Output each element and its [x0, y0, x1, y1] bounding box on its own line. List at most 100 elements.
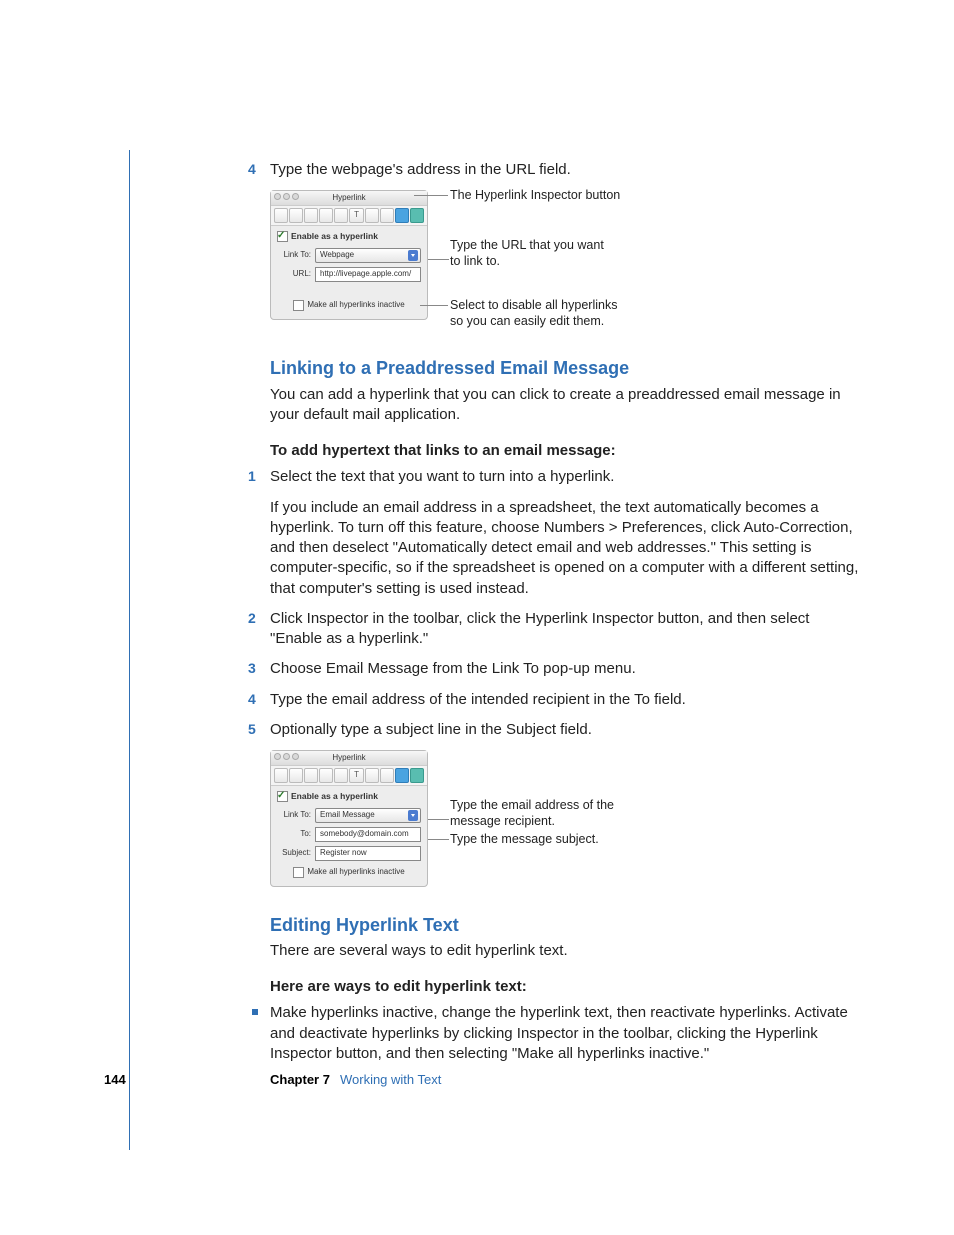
linkto-select[interactable]: Webpage [315, 248, 421, 263]
inspector-tabs: T [271, 766, 427, 786]
step-text: Choose Email Message from the Link To po… [270, 660, 636, 677]
zoom-icon[interactable] [292, 753, 299, 760]
step-note: If you include an email address in a spr… [270, 498, 860, 599]
step-5: 5 Optionally type a subject line in the … [270, 720, 860, 740]
step-4: 4 Type the webpage's address in the URL … [270, 160, 860, 180]
table-inspector-icon[interactable] [304, 208, 318, 223]
step-text: Type the email address of the intended r… [270, 691, 686, 708]
quicktime-inspector-icon[interactable] [410, 208, 424, 223]
url-field[interactable]: http://livepage.apple.com/ [315, 267, 421, 282]
chevron-down-icon [408, 810, 418, 821]
subject-value: Register now [320, 848, 367, 859]
metrics-inspector-icon[interactable] [380, 208, 394, 223]
inspector-tabs: T [271, 206, 427, 226]
inactive-row[interactable]: Make all hyperlinks inactive [277, 300, 421, 311]
url-label: URL: [277, 269, 311, 280]
step-4b: 4 Type the email address of the intended… [270, 690, 860, 710]
close-icon[interactable] [274, 193, 281, 200]
content-column: 4 Type the webpage's address in the URL … [270, 160, 860, 1064]
inactive-label: Make all hyperlinks inactive [307, 300, 404, 311]
inactive-row[interactable]: Make all hyperlinks inactive [277, 867, 421, 878]
chapter-name: Working with Text [340, 1072, 441, 1087]
step-1: 1 Select the text that you want to turn … [270, 467, 860, 599]
chart-inspector-icon[interactable] [334, 768, 348, 783]
linkto-select[interactable]: Email Message [315, 808, 421, 823]
doc-inspector-icon[interactable] [274, 208, 288, 223]
zoom-icon[interactable] [292, 193, 299, 200]
minimize-icon[interactable] [283, 753, 290, 760]
task-heading-1: To add hypertext that links to an email … [270, 441, 860, 461]
figure-2-callouts: Type the email address of the message re… [442, 750, 672, 870]
step-number: 1 [248, 467, 256, 486]
bullet-1: Make hyperlinks inactive, change the hyp… [270, 1003, 860, 1064]
step-text: Optionally type a subject line in the Su… [270, 721, 592, 738]
callout-inspector-button: The Hyperlink Inspector button [450, 188, 620, 204]
sheet-inspector-icon[interactable] [289, 768, 303, 783]
hyperlink-inspector-icon[interactable] [395, 208, 409, 223]
step-text: Select the text that you want to turn in… [270, 467, 860, 487]
close-icon[interactable] [274, 753, 281, 760]
inspector-panel-email: Hyperlink T [270, 750, 428, 886]
linkto-label: Link To: [277, 810, 311, 821]
enable-hyperlink-checkbox[interactable] [277, 231, 288, 242]
heading-editing-hyperlink-text: Editing Hyperlink Text [270, 913, 860, 937]
enable-hyperlink-label: Enable as a hyperlink [291, 231, 378, 242]
hyperlink-inspector-icon[interactable] [395, 768, 409, 783]
minimize-icon[interactable] [283, 193, 290, 200]
inspector-titlebar: Hyperlink [271, 751, 427, 766]
inactive-label: Make all hyperlinks inactive [307, 867, 404, 878]
task-heading-2: Here are ways to edit hyperlink text: [270, 977, 860, 997]
to-field[interactable]: somebody@domain.com [315, 827, 421, 842]
cell-inspector-icon[interactable] [319, 768, 333, 783]
chart-inspector-icon[interactable] [334, 208, 348, 223]
url-value: http://livepage.apple.com/ [320, 269, 411, 280]
step-number: 2 [248, 609, 256, 628]
enable-hyperlink-row[interactable]: Enable as a hyperlink [277, 791, 421, 802]
subject-label: Subject: [277, 848, 311, 859]
callout-to: Type the email address of the message re… [450, 798, 614, 829]
subject-field[interactable]: Register now [315, 846, 421, 861]
page-footer: 144 Chapter 7 Working with Text [104, 1072, 854, 1087]
inspector-title: Hyperlink [332, 193, 365, 204]
text-inspector-icon[interactable]: T [349, 208, 363, 223]
page: 4 Type the webpage's address in the URL … [0, 0, 954, 1235]
text-inspector-icon[interactable]: T [349, 768, 363, 783]
callout-url: Type the URL that you want to link to. [450, 238, 604, 269]
step-text: Click Inspector in the toolbar, click th… [270, 610, 809, 647]
doc-inspector-icon[interactable] [274, 768, 288, 783]
inspector-title: Hyperlink [332, 753, 365, 764]
quicktime-inspector-icon[interactable] [410, 768, 424, 783]
figure-1-callouts: The Hyperlink Inspector button Type the … [442, 190, 672, 330]
metrics-inspector-icon[interactable] [380, 768, 394, 783]
chapter-label: Chapter 7 [270, 1072, 330, 1087]
enable-hyperlink-checkbox[interactable] [277, 791, 288, 802]
step-number: 3 [248, 659, 256, 678]
margin-rule [129, 150, 130, 1150]
inspector-titlebar: Hyperlink [271, 191, 427, 206]
bullet-text: Make hyperlinks inactive, change the hyp… [270, 1004, 848, 1062]
window-controls [274, 753, 299, 760]
figure-2: Hyperlink T [270, 750, 860, 886]
intro-para-1: You can add a hyperlink that you can cli… [270, 385, 860, 426]
cell-inspector-icon[interactable] [319, 208, 333, 223]
step-2: 2 Click Inspector in the toolbar, click … [270, 609, 860, 650]
bullet-icon [252, 1009, 258, 1015]
linkto-label: Link To: [277, 250, 311, 261]
step-number: 4 [248, 690, 256, 709]
linkto-value: Webpage [320, 250, 354, 261]
intro-para-2: There are several ways to edit hyperlink… [270, 941, 860, 961]
figure-1: Hyperlink T [270, 190, 860, 330]
enable-hyperlink-row[interactable]: Enable as a hyperlink [277, 231, 421, 242]
graphic-inspector-icon[interactable] [365, 768, 379, 783]
sheet-inspector-icon[interactable] [289, 208, 303, 223]
step-number: 5 [248, 720, 256, 739]
inactive-checkbox[interactable] [293, 300, 304, 311]
callout-disable: Select to disable all hyperlinks so you … [450, 298, 617, 329]
graphic-inspector-icon[interactable] [365, 208, 379, 223]
linkto-value: Email Message [320, 810, 375, 821]
heading-preaddressed-email: Linking to a Preaddressed Email Message [270, 356, 860, 380]
inactive-checkbox[interactable] [293, 867, 304, 878]
step-text: Type the webpage's address in the URL fi… [270, 161, 571, 178]
page-number: 144 [104, 1072, 144, 1087]
table-inspector-icon[interactable] [304, 768, 318, 783]
